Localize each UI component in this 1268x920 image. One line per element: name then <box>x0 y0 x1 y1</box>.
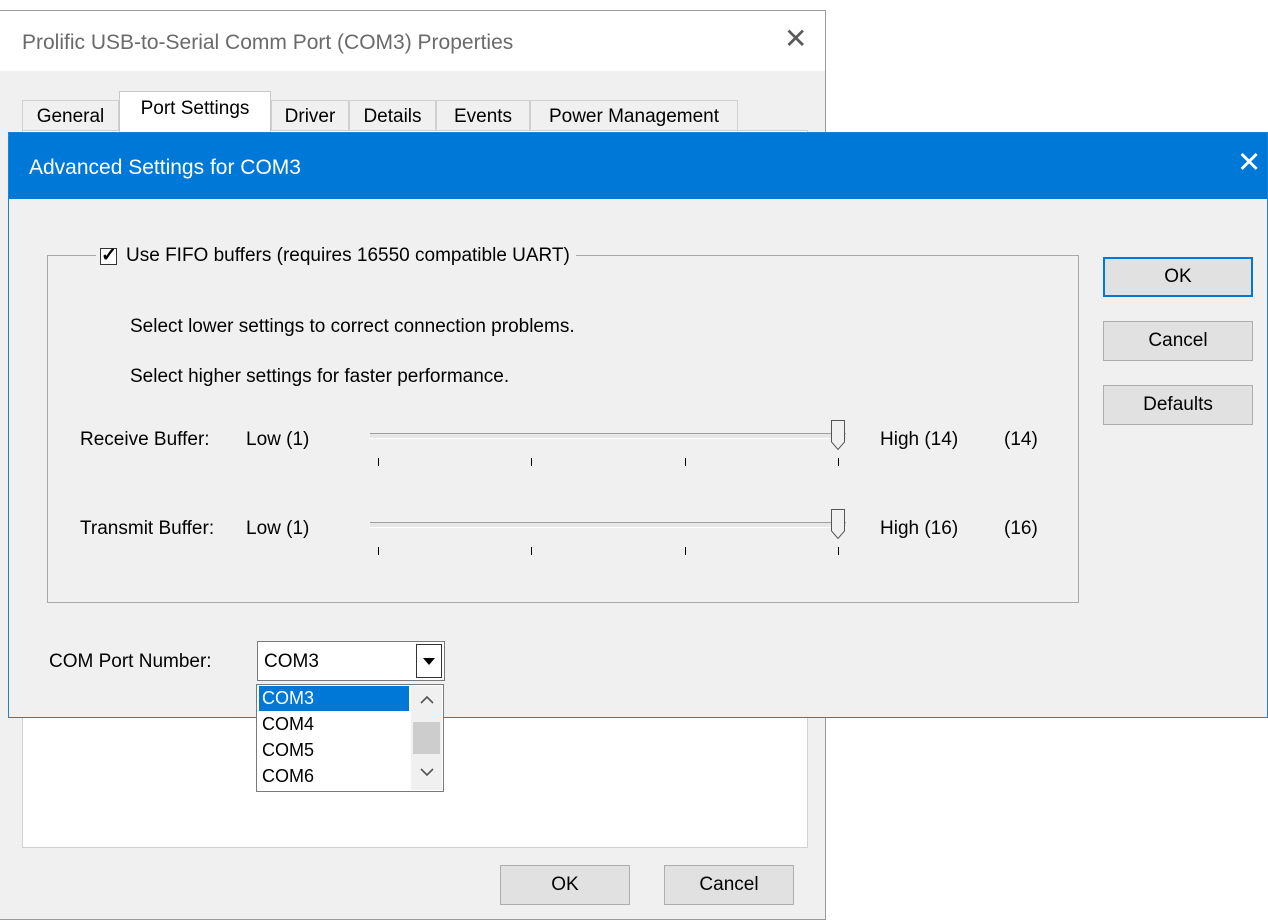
fifo-groupbox: ✓ Use FIFO buffers (requires 16550 compa… <box>47 243 1079 603</box>
receive-buffer-track <box>370 433 846 439</box>
list-item[interactable]: COM6 <box>259 764 409 789</box>
scroll-up-icon[interactable] <box>419 694 435 706</box>
scroll-down-icon[interactable] <box>419 766 435 778</box>
ok-button[interactable]: OK <box>1103 257 1253 297</box>
dialog-close-icon[interactable]: ✕ <box>1237 149 1261 178</box>
properties-titlebar: Prolific USB-to-Serial Comm Port (COM3) … <box>0 11 825 71</box>
slider-tick <box>378 458 379 466</box>
list-item[interactable]: COM5 <box>259 738 409 763</box>
transmit-buffer-low-label: Low (1) <box>246 518 310 539</box>
tab-general[interactable]: General <box>22 100 119 131</box>
transmit-buffer-high-label: High (16) <box>880 518 959 539</box>
fifo-checkbox-row[interactable]: ✓ Use FIFO buffers (requires 16550 compa… <box>96 243 576 269</box>
properties-title: Prolific USB-to-Serial Comm Port (COM3) … <box>22 31 514 54</box>
list-item[interactable]: COM4 <box>259 712 409 737</box>
receive-buffer-label: Receive Buffer: <box>80 429 210 450</box>
tab-power-management[interactable]: Power Management <box>530 100 738 131</box>
check-icon: ✓ <box>101 244 117 266</box>
cancel-button[interactable]: Cancel <box>1103 321 1253 361</box>
transmit-buffer-slider-thumb[interactable] <box>831 509 845 540</box>
slider-tick <box>378 547 379 555</box>
properties-close-icon[interactable]: ✕ <box>784 25 807 53</box>
com-port-number-label: COM Port Number: <box>49 651 212 672</box>
advanced-settings-dialog: Advanced Settings for COM3 ✕ ✓ Use FIFO … <box>8 132 1268 718</box>
slider-tick <box>838 547 839 555</box>
slider-tick <box>531 547 533 555</box>
transmit-buffer-value: (16) <box>1004 518 1038 539</box>
slider-tick <box>684 458 686 466</box>
info-lower-settings: Select lower settings to correct connect… <box>130 316 575 337</box>
combo-dropdown-button[interactable] <box>416 644 442 678</box>
dropdown-scrollbar[interactable] <box>411 686 442 790</box>
fifo-checkbox[interactable]: ✓ <box>100 245 117 266</box>
tab-driver[interactable]: Driver <box>271 100 349 131</box>
fifo-checkbox-label: Use FIFO buffers (requires 16550 compati… <box>126 245 570 266</box>
slider-tick <box>838 458 839 466</box>
receive-buffer-value: (14) <box>1004 429 1038 450</box>
list-item[interactable]: COM3 <box>259 686 409 711</box>
tab-details[interactable]: Details <box>349 100 436 131</box>
receive-buffer-low-label: Low (1) <box>246 429 310 450</box>
com-port-dropdown-list: COM3 COM4 COM5 COM6 <box>256 684 444 792</box>
chevron-down-icon <box>423 658 435 665</box>
slider-tick <box>531 458 533 466</box>
dialog-titlebar: Advanced Settings for COM3 ✕ <box>9 133 1267 199</box>
com-port-select[interactable]: COM3 <box>257 641 445 681</box>
slider-tick <box>684 547 686 555</box>
com-port-selected-value: COM3 <box>264 651 319 672</box>
info-higher-settings: Select higher settings for faster perfor… <box>130 366 510 387</box>
transmit-buffer-track <box>370 522 846 528</box>
tab-port-settings[interactable]: Port Settings <box>119 91 271 132</box>
transmit-buffer-label: Transmit Buffer: <box>80 518 215 539</box>
tab-events[interactable]: Events <box>436 100 530 131</box>
properties-ok-button[interactable]: OK <box>500 865 630 905</box>
receive-buffer-high-label: High (14) <box>880 429 959 450</box>
receive-buffer-slider-thumb[interactable] <box>831 420 845 451</box>
scrollbar-thumb[interactable] <box>413 722 440 754</box>
dialog-title: Advanced Settings for COM3 <box>29 156 301 179</box>
defaults-button[interactable]: Defaults <box>1103 385 1253 425</box>
properties-cancel-button[interactable]: Cancel <box>664 865 794 905</box>
